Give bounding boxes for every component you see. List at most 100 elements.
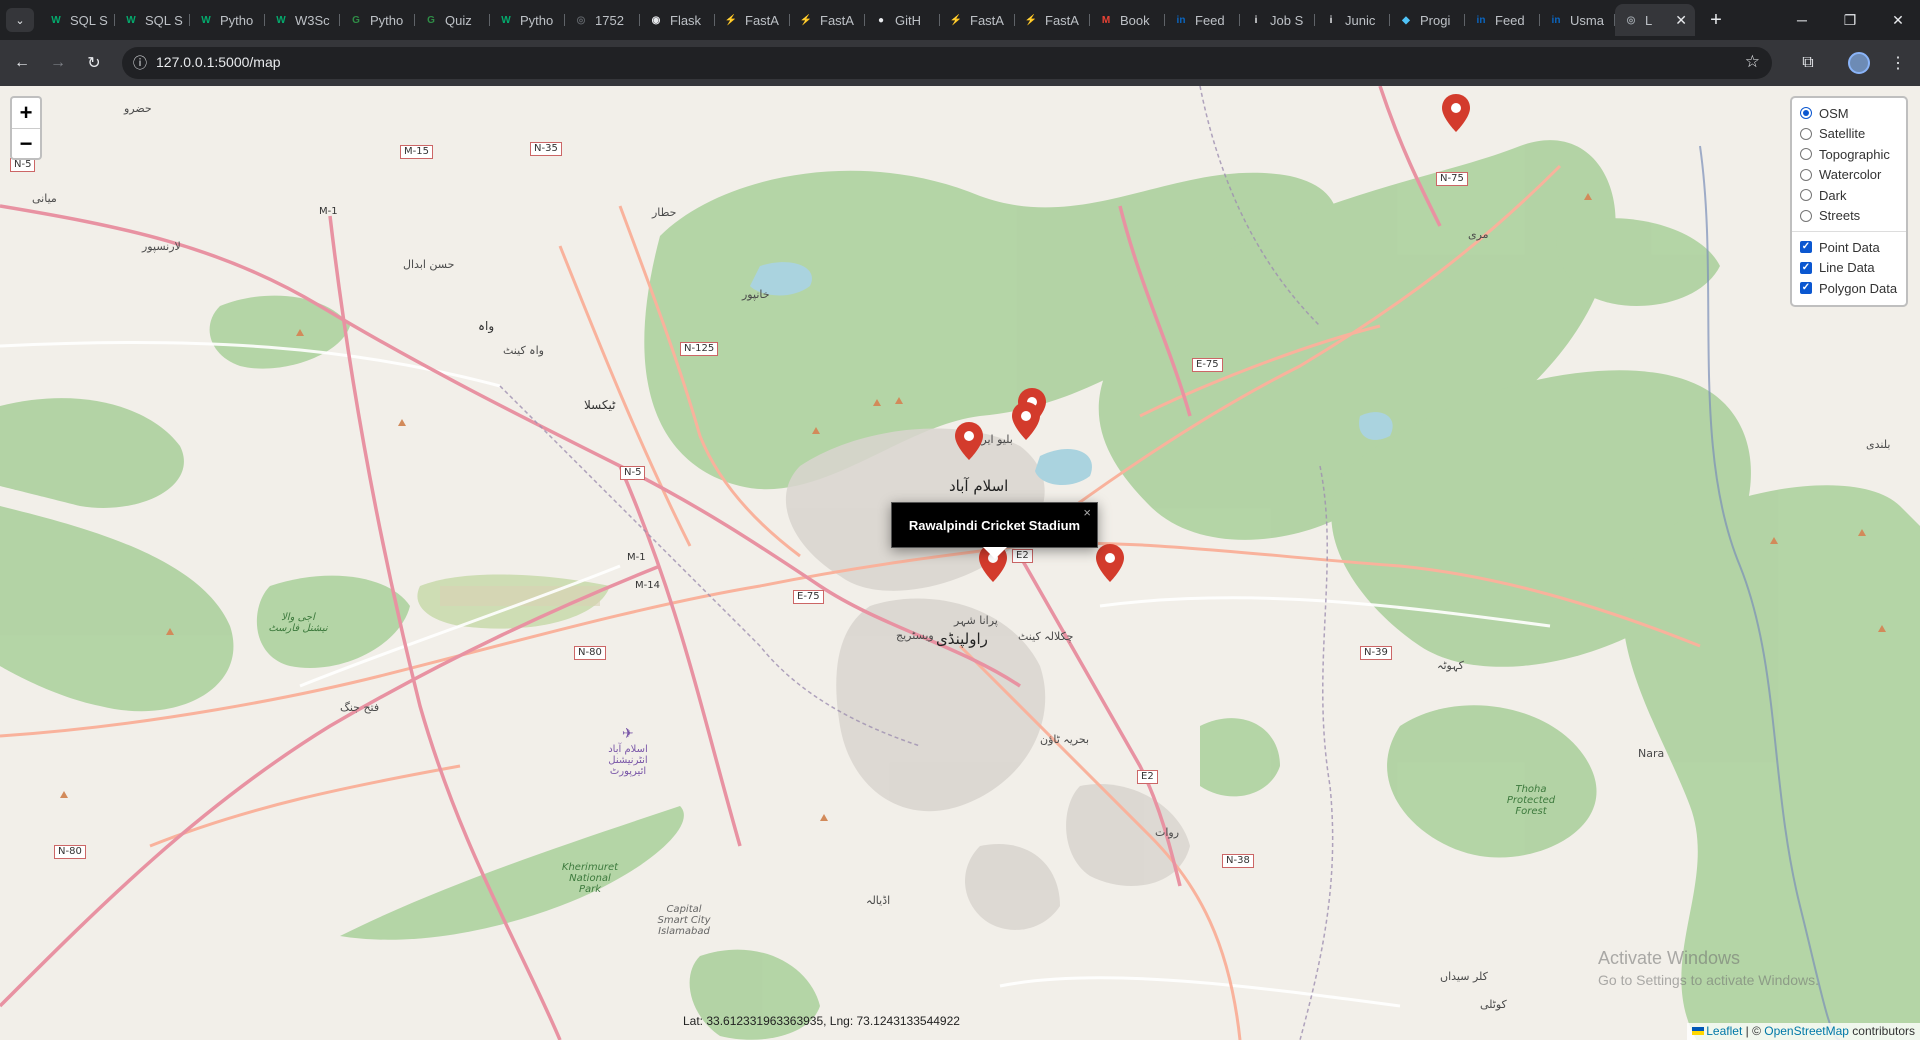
browser-tab[interactable]: i Junic <box>1315 4 1390 36</box>
kebab-menu-icon: ⋮ <box>1890 55 1906 72</box>
w3schools-icon: W <box>276 14 286 26</box>
overlay-polygon-data[interactable]: ✓ Polygon Data <box>1800 278 1898 299</box>
reload-icon: ↻ <box>87 55 101 72</box>
address-bar[interactable]: ⓘ 127.0.0.1:5000/map ☆ <box>122 47 1772 79</box>
tab-label: FastA <box>1045 12 1079 28</box>
label-wah: واہ <box>478 319 495 333</box>
profile-avatar[interactable] <box>1848 52 1870 74</box>
w3schools-icon: W <box>51 14 61 26</box>
popup-tip <box>983 547 1007 559</box>
radio-osm[interactable] <box>1800 107 1812 120</box>
site-info-icon[interactable]: ⓘ <box>130 53 150 73</box>
browser-tab[interactable]: i Job S <box>1240 4 1315 36</box>
url-text[interactable]: 127.0.0.1:5000/map <box>156 54 281 70</box>
marker-popup: Rawalpindi Cricket Stadium × <box>891 502 1098 548</box>
browser-tab[interactable]: W SQL S <box>115 4 190 36</box>
base-layer-watercolor[interactable]: Watercolor <box>1800 165 1898 186</box>
browser-tab[interactable]: in Feed <box>1165 4 1240 36</box>
tab-label: Usma <box>1570 12 1604 28</box>
radio-streets[interactable] <box>1800 209 1812 222</box>
zoom-in-button[interactable]: + <box>12 98 40 128</box>
browser-tab[interactable]: ● GitH <box>865 4 940 36</box>
browser-menu-button[interactable]: ⋮ <box>1884 49 1912 77</box>
browser-tab[interactable]: W W3Sc <box>265 4 340 36</box>
popup-close-button[interactable]: × <box>1083 505 1091 520</box>
close-window-button[interactable]: ✕ <box>1870 0 1920 40</box>
base-layer-topographic[interactable]: Topographic <box>1800 144 1898 165</box>
radio-watercolor[interactable] <box>1800 168 1812 181</box>
radio-dark[interactable] <box>1800 189 1812 202</box>
tab-label: Quiz <box>445 12 472 28</box>
tab-label: Pytho <box>220 12 254 28</box>
road-shield: E2 <box>1137 770 1158 784</box>
label-airport: اسلام آباد انٹرنیشنل ائیرپورٹ <box>608 744 648 777</box>
overlay-point-data[interactable]: ✓ Point Data <box>1800 237 1898 258</box>
road-shield: N-38 <box>1222 854 1254 868</box>
browser-tab[interactable]: in Feed <box>1465 4 1540 36</box>
browser-tab[interactable]: W Pytho <box>190 4 265 36</box>
overlay-line-data[interactable]: ✓ Line Data <box>1800 258 1898 279</box>
browser-tab[interactable]: ⚡ FastA <box>715 4 790 36</box>
extensions-button[interactable]: ⧉ <box>1794 49 1822 77</box>
label-fateh-jang: فتح جنگ <box>340 701 380 714</box>
road-shield: M-15 <box>400 145 433 159</box>
label-mianwali: میانی <box>32 192 57 205</box>
browser-tab[interactable]: ◉ Flask <box>640 4 715 36</box>
road-shield: E-75 <box>1192 358 1223 372</box>
radio-satellite[interactable] <box>1800 127 1812 140</box>
bookmark-star-icon[interactable]: ☆ <box>1745 52 1760 72</box>
leaflet-map[interactable]: اسلام آباد راولپنڈی ٹیکسلا واہ واہ کینٹ … <box>0 86 1920 1040</box>
browser-tab[interactable]: W SQL S <box>40 4 115 36</box>
base-layer-streets[interactable]: Streets <box>1800 206 1898 227</box>
map-tiles <box>0 86 1920 1040</box>
w3schools-icon: W <box>501 14 511 26</box>
label-hasan-abdal: حسن ابدال <box>403 258 455 271</box>
tab-search-button[interactable]: ⌄ <box>6 8 34 32</box>
reload-button[interactable]: ↻ <box>80 49 108 77</box>
road-shield: N-80 <box>574 646 606 660</box>
radio-topographic[interactable] <box>1800 148 1812 161</box>
base-layer-osm[interactable]: OSM <box>1800 103 1898 124</box>
label-purana-shehar: پرانا شہر <box>954 614 998 627</box>
browser-tab[interactable]: W Pytho <box>490 4 565 36</box>
leaflet-link[interactable]: Leaflet <box>1706 1024 1742 1038</box>
label-rawalpindi: راولپنڈی <box>936 630 988 648</box>
checkbox-line-data[interactable]: ✓ <box>1800 261 1812 274</box>
browser-tab[interactable]: ⚡ FastA <box>1015 4 1090 36</box>
tab-label: Feed <box>1195 12 1225 28</box>
tab-close-icon[interactable]: ✕ <box>1675 12 1687 29</box>
browser-tab[interactable]: in Usma <box>1540 4 1615 36</box>
tab-label: GitH <box>895 12 921 28</box>
label-kala-chitta: اجی والا نیشنل فارسٹ <box>268 612 328 634</box>
base-layer-satellite[interactable]: Satellite <box>1800 124 1898 145</box>
road-shield: N-80 <box>54 845 86 859</box>
road-shield: M-1 <box>319 206 338 217</box>
zoom-out-button[interactable]: − <box>12 128 40 158</box>
flask-icon: ◉ <box>651 14 661 26</box>
checkbox-polygon-data[interactable]: ✓ <box>1800 282 1812 295</box>
map-marker-murree[interactable] <box>1442 94 1470 132</box>
fastapi-icon: ⚡ <box>724 14 738 26</box>
road-shield: N-35 <box>530 142 562 156</box>
osm-link[interactable]: OpenStreetMap <box>1764 1024 1849 1038</box>
browser-tab[interactable]: ⚡ FastA <box>940 4 1015 36</box>
base-layer-dark[interactable]: Dark <box>1800 185 1898 206</box>
checkbox-point-data[interactable]: ✓ <box>1800 241 1812 254</box>
browser-tab[interactable]: M Book <box>1090 4 1165 36</box>
label-chaklala: چکلالہ کینٹ <box>1018 630 1074 643</box>
forward-button[interactable]: → <box>44 49 72 77</box>
browser-tab[interactable]: G Quiz <box>415 4 490 36</box>
new-tab-button[interactable]: + <box>1702 6 1730 34</box>
browser-tab[interactable]: ◆ Progi <box>1390 4 1465 36</box>
map-marker-blue-area[interactable] <box>955 422 983 460</box>
browser-tab-active[interactable]: ◎ L ✕ <box>1615 4 1695 36</box>
tab-label: SQL S <box>70 12 108 28</box>
browser-tab[interactable]: ⚡ FastA <box>790 4 865 36</box>
browser-tab[interactable]: G Pytho <box>340 4 415 36</box>
back-arrow-icon: ← <box>14 54 30 71</box>
back-button[interactable]: ← <box>8 49 36 77</box>
map-marker-centaurus[interactable] <box>1012 402 1040 440</box>
map-marker-east[interactable] <box>1096 544 1124 582</box>
browser-tab[interactable]: ◎ 1752 <box>565 4 640 36</box>
geeksforgeeks-icon: G <box>427 14 435 26</box>
